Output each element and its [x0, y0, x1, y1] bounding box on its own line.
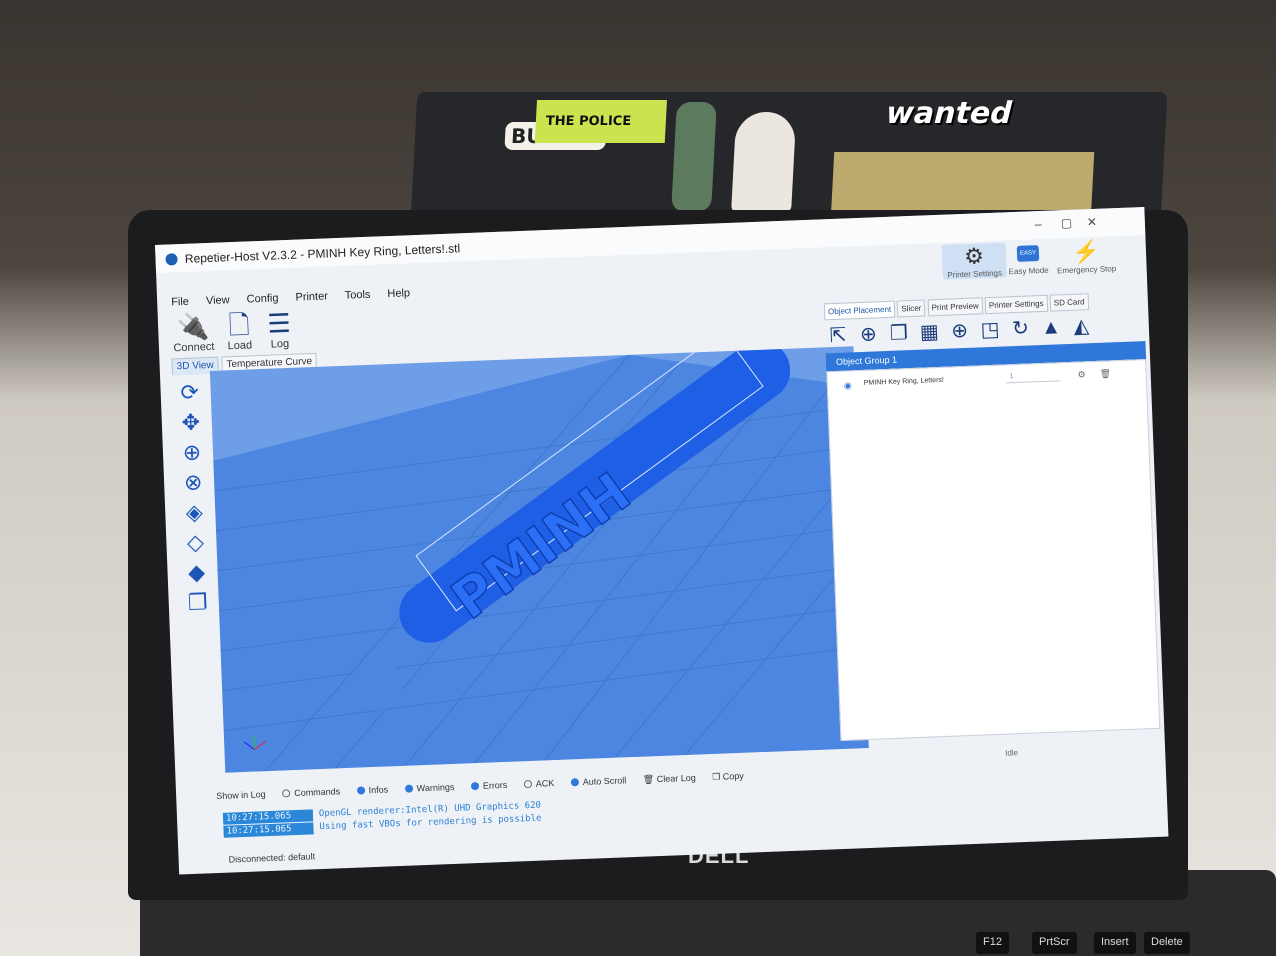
log-button[interactable]: ☰ Log [256, 307, 304, 351]
log-option-ack[interactable]: ACK [523, 778, 555, 789]
cut-object-icon[interactable]: ▲ [1038, 316, 1065, 340]
lightning-icon: ⚡ [1071, 238, 1101, 265]
log-option-label: Auto Scroll [582, 775, 627, 787]
tab-sd-card[interactable]: SD Card [1049, 293, 1089, 312]
delete-object-icon[interactable]: 🗑 [1099, 368, 1111, 379]
rotate-object-icon[interactable]: ↻ [1007, 315, 1034, 341]
sticker-figure [671, 102, 717, 212]
copy-icon: ❐ [712, 771, 724, 782]
sticker-wanted: wanted [885, 96, 1013, 131]
rotate-view-icon[interactable]: ⟳ [174, 377, 205, 408]
list-item[interactable]: ◉ PMINH Key Ring, Letters! 1 ⚙ 🗑 [828, 364, 1146, 394]
close-button[interactable]: ✕ [1087, 215, 1098, 229]
log-option-label: Infos [368, 784, 389, 796]
radio-icon [470, 781, 479, 791]
radio-icon [570, 778, 579, 787]
copy-object-icon[interactable]: ❐ [885, 320, 912, 346]
key-delete: Delete [1144, 932, 1190, 954]
photo-scene: BUT FIR THE POLICE wanted F12 PrtScr Ins… [0, 0, 1276, 956]
log-label: Log [270, 337, 290, 351]
export-icon[interactable]: ⇱ [825, 322, 852, 348]
tab-slicer[interactable]: Slicer [897, 299, 926, 318]
log-option-label: Commands [294, 786, 341, 799]
app-icon [165, 253, 178, 266]
log-option-commands[interactable]: Commands [282, 786, 340, 798]
log-option-label: Warnings [416, 781, 455, 794]
log-option-label: Errors [482, 779, 508, 791]
printer-state: Idle [1004, 748, 1019, 758]
log-option-warnings[interactable]: Warnings [404, 781, 455, 794]
right-panel: Object Placement Slicer Print Preview Pr… [818, 285, 1161, 742]
side-view-icon[interactable]: ◆ [181, 557, 212, 588]
top-view-icon[interactable]: ◇ [180, 527, 211, 558]
connect-label: Connect [173, 340, 215, 355]
radio-icon [356, 786, 365, 795]
main-toolbar: 🔌 Connect 🗋 Load ☰ Log [170, 308, 291, 360]
trash-icon: 🗑 [642, 774, 657, 785]
menu-view[interactable]: View [206, 294, 230, 307]
front-view-icon[interactable]: ◈ [179, 497, 210, 528]
3d-viewport[interactable]: PMINH [209, 346, 869, 773]
print-bed-canvas: PMINH [213, 346, 869, 773]
radio-icon [282, 789, 291, 798]
emergency-stop-button[interactable]: ⚡ Emergency Stop [1053, 238, 1118, 276]
key-insert: Insert [1094, 932, 1136, 954]
sticker-horse [731, 112, 797, 212]
radio-icon [404, 784, 413, 793]
window-title: Repetier-Host V2.3.2 - PMINH Key Ring, L… [184, 241, 461, 266]
object-quantity-input[interactable]: 1 [1005, 371, 1060, 384]
copy-log-button[interactable]: ❐ Copy [712, 771, 744, 783]
sticker-the-police: THE POLICE [534, 100, 667, 143]
visibility-eye-icon[interactable]: ◉ [844, 380, 852, 391]
object-settings-icon[interactable]: ⚙ [1077, 369, 1085, 380]
key-f12: F12 [976, 932, 1009, 954]
log-option-errors[interactable]: Errors [470, 779, 508, 791]
easy-mode-button[interactable]: EASY Easy Mode [996, 240, 1061, 276]
tab-object-placement[interactable]: Object Placement [823, 300, 896, 321]
mirror-object-icon[interactable]: ◭ [1068, 313, 1095, 339]
laptop-screen: Repetier-Host V2.3.2 - PMINH Key Ring, L… [155, 206, 1169, 875]
clear-log-button[interactable]: 🗑 Clear Log [643, 773, 696, 786]
autoposition-icon[interactable]: ▦ [916, 319, 943, 345]
maximize-button[interactable]: ▢ [1061, 216, 1073, 230]
minimize-button[interactable]: – [1035, 217, 1042, 231]
fit-view-icon[interactable]: ⊗ [178, 467, 209, 498]
iso-view-icon[interactable]: ❐ [182, 587, 213, 618]
log-option-infos[interactable]: Infos [356, 784, 388, 795]
connect-button[interactable]: 🔌 Connect [170, 311, 218, 355]
object-list: ◉ PMINH Key Ring, Letters! 1 ⚙ 🗑 [826, 359, 1161, 742]
log-option-label: ACK [535, 778, 555, 789]
printer-settings-label: Printer Settings [947, 268, 1003, 280]
menu-file[interactable]: File [171, 296, 189, 309]
easy-mode-icon: EASY [1016, 245, 1040, 262]
menu-config[interactable]: Config [246, 292, 278, 305]
center-object-icon[interactable]: ⊕ [946, 318, 973, 344]
menu-tools[interactable]: Tools [344, 289, 370, 302]
add-object-icon[interactable]: ⊕ [855, 321, 882, 347]
log-list-icon: ☰ [266, 307, 292, 339]
easy-mode-label: Easy Mode [1008, 265, 1049, 277]
sticker-characters [831, 152, 1095, 212]
menu-help[interactable]: Help [387, 287, 410, 300]
menu-bar: File View Config Printer Tools Help [171, 287, 424, 309]
clear-log-label: Clear Log [656, 772, 696, 785]
tab-printer-settings[interactable]: Printer Settings [984, 294, 1048, 315]
emergency-stop-label: Emergency Stop [1056, 264, 1117, 276]
object-name: PMINH Key Ring, Letters! [863, 376, 945, 387]
tab-print-preview[interactable]: Print Preview [927, 297, 984, 317]
move-view-icon[interactable]: ✥ [175, 407, 206, 438]
show-in-log-label: Show in Log [216, 789, 266, 802]
background-laptop: BUT FIR THE POLICE wanted [410, 92, 1168, 222]
load-label: Load [227, 339, 253, 353]
menu-printer[interactable]: Printer [295, 290, 328, 303]
zoom-view-icon[interactable]: ⊕ [176, 437, 207, 468]
scale-object-icon[interactable]: ◳ [977, 317, 1004, 343]
key-prtscr: PrtScr [1032, 932, 1077, 954]
connection-status: Disconnected: default [228, 851, 316, 865]
log-option-auto-scroll[interactable]: Auto Scroll [570, 775, 627, 787]
plug-icon: 🔌 [176, 310, 210, 343]
radio-icon [523, 779, 532, 789]
copy-log-label: Copy [722, 770, 745, 782]
log-timestamp: 10:27:15.065 [223, 822, 314, 838]
